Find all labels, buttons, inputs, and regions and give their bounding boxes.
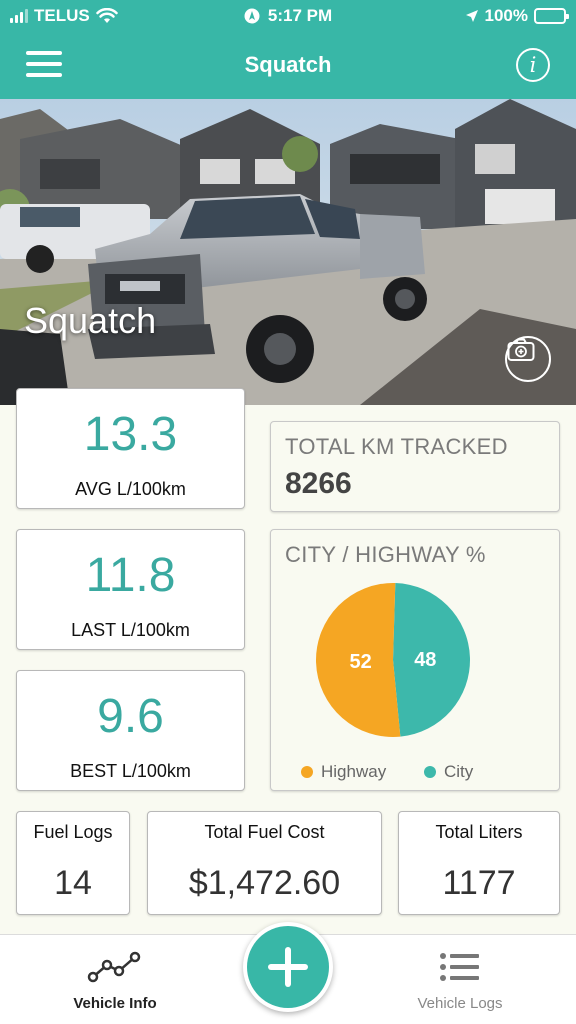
total-km-panel: TOTAL KM TRACKED 8266	[270, 421, 560, 512]
legend-city: City	[424, 762, 473, 782]
pie-label-highway: 52	[350, 651, 372, 673]
best-consumption-label: BEST L/100km	[70, 761, 191, 781]
truck-photo-illustration	[0, 99, 576, 405]
tab-vehicle-info-label: Vehicle Info	[73, 995, 157, 1012]
tab-vehicle-logs-label: Vehicle Logs	[417, 995, 503, 1012]
legend-highway: Highway	[301, 762, 386, 782]
nav-bar: Squatch i	[0, 31, 576, 99]
vehicle-photo[interactable]: Squatch	[0, 99, 576, 405]
add-log-button[interactable]	[243, 922, 333, 1012]
total-liters-label: Total Liters	[435, 822, 523, 842]
pie-label-city: 48	[414, 649, 436, 671]
list-icon	[440, 953, 479, 981]
city-highway-title: CITY / HIGHWAY %	[285, 542, 486, 567]
info-icon[interactable]: i	[516, 48, 550, 82]
total-fuel-cost-label: Total Fuel Cost	[204, 822, 325, 842]
total-fuel-cost-card: Total Fuel Cost $1,472.60	[147, 811, 382, 915]
battery-percent: 100%	[484, 6, 528, 25]
last-consumption-label: LAST L/100km	[71, 620, 190, 640]
plus-icon	[247, 926, 329, 1008]
fuel-logs-label: Fuel Logs	[33, 822, 113, 842]
location-arrow-icon	[465, 10, 478, 22]
city-highway-pie-chart: 48 52	[316, 583, 471, 737]
tab-vehicle-info[interactable]: Vehicle Info	[25, 935, 205, 1024]
camera-add-icon[interactable]	[505, 336, 551, 382]
best-consumption-card: 9.6 BEST L/100km	[16, 670, 245, 791]
legend-city-label: City	[444, 762, 474, 781]
total-liters-value: 1177	[442, 864, 516, 902]
last-consumption-card: 11.8 LAST L/100km	[16, 529, 245, 650]
total-km-value: 8266	[285, 467, 352, 500]
page-title: Squatch	[244, 52, 332, 77]
legend-highway-label: Highway	[321, 762, 387, 781]
avg-consumption-card: 13.3 AVG L/100km	[16, 388, 245, 509]
avg-consumption-value: 13.3	[83, 408, 178, 461]
fuel-logs-value: 14	[54, 864, 92, 902]
total-fuel-cost-value: $1,472.60	[188, 864, 341, 902]
battery-icon	[534, 8, 569, 24]
city-highway-panel: CITY / HIGHWAY % 48 52 Highway City	[270, 529, 560, 791]
legend-highway-dot	[301, 766, 313, 778]
total-km-title: TOTAL KM TRACKED	[285, 434, 508, 459]
status-bar: TELUS 5:17 PM 100%	[0, 0, 576, 31]
status-time: 5:17 PM	[267, 6, 333, 25]
last-consumption-value: 11.8	[85, 549, 176, 602]
avg-consumption-label: AVG L/100km	[75, 479, 186, 499]
vehicle-name-overlay: Squatch	[24, 300, 157, 341]
legend-city-dot	[424, 766, 436, 778]
tab-vehicle-logs[interactable]: Vehicle Logs	[370, 935, 550, 1024]
location-lock-icon	[244, 8, 260, 24]
fuel-logs-card: Fuel Logs 14	[16, 811, 130, 915]
total-liters-card: Total Liters 1177	[398, 811, 560, 915]
line-chart-icon	[87, 951, 141, 983]
status-right: 100%	[465, 6, 569, 26]
best-consumption-value: 9.6	[97, 690, 164, 743]
